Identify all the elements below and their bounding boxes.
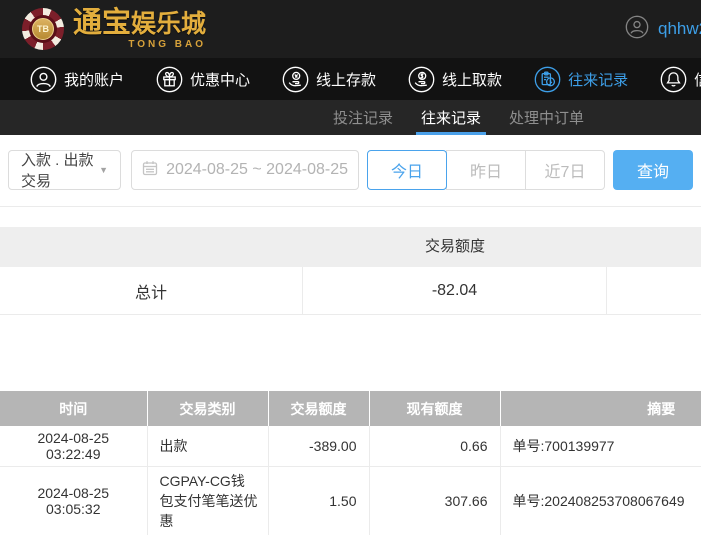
table-row: 2024-08-25 03:22:49 出款 -389.00 0.66 单号:7…: [0, 426, 701, 467]
quick-last7days-button[interactable]: 近7日: [525, 150, 605, 190]
cell-time: 2024-08-25 03:05:32: [0, 466, 148, 535]
col-header-balance: 现有额度: [369, 391, 501, 426]
date-range-input[interactable]: 2024-08-25 ~ 2024-08-25: [131, 150, 359, 190]
section-divider: [0, 206, 701, 207]
summary-column-header: 交易额度: [424, 238, 485, 255]
promo-icon: [156, 66, 183, 93]
summary-total-label: 总计: [0, 267, 303, 314]
col-header-summary: 摘要: [500, 391, 701, 426]
tab-label: 处理中订单: [509, 110, 585, 127]
username: qhhw2: [658, 19, 701, 38]
summary-total-row: 总计 -82.04: [0, 267, 701, 315]
nav-label: 线上存款: [316, 71, 377, 89]
summary-header-row: 交易额度: [0, 227, 701, 267]
cell-balance: 0.66: [369, 426, 501, 467]
calendar-icon: [142, 160, 158, 181]
withdraw-icon: [408, 66, 435, 93]
col-header-amount: 交易额度: [268, 391, 370, 426]
tab-label: 往来记录: [421, 110, 482, 127]
cell-balance: 307.66: [369, 466, 501, 535]
nav-item-promotions[interactable]: 优惠中心: [156, 66, 250, 93]
quick-date-group: 今日 昨日 近7日: [367, 150, 605, 190]
nav-label: 往来记录: [568, 71, 629, 89]
cell-type: 出款: [147, 426, 269, 467]
summary-table: 交易额度 总计 -82.04: [0, 227, 701, 315]
summary-empty-cell: [607, 267, 701, 314]
brand-name-zh-rest: 娱乐城: [131, 9, 207, 38]
nav-item-deposit[interactable]: 线上存款: [282, 66, 376, 93]
nav-item-withdraw[interactable]: 线上取款: [408, 66, 502, 93]
summary-total-value: -82.04: [303, 267, 607, 314]
brand-text: 通宝娱乐城 TONG BAO: [73, 6, 207, 50]
transaction-type-select[interactable]: 入款 . 出款交易 ▼: [8, 150, 122, 190]
cell-summary: 单号:202408253708067649: [500, 466, 701, 535]
chevron-down-icon: ▼: [99, 165, 109, 175]
nav-label: 我的账户: [64, 71, 125, 89]
cell-amount: -389.00: [268, 426, 370, 467]
cell-summary: 单号:700139977: [500, 426, 701, 467]
deposit-icon: [282, 66, 309, 93]
transaction-type-value: 入款 . 出款交易: [21, 152, 94, 190]
records-table-wrap: 时间 交易类别 交易额度 现有额度 摘要 2024-08-25 03:22:49…: [0, 391, 701, 535]
cell-time: 2024-08-25 03:22:49: [0, 426, 148, 467]
records-tabbar: 投注记录 往来记录 处理中订单: [0, 100, 701, 135]
main-nav: 我的账户 优惠中心 线上存款 线上取款 往来记录: [0, 58, 701, 100]
cell-amount: 1.50: [268, 466, 370, 535]
nav-label: 信: [694, 69, 701, 90]
account-icon: [30, 66, 57, 93]
chip-label: TB: [32, 18, 54, 40]
table-row: 2024-08-25 03:05:32 CGPAY-CG钱包支付笔笔送优惠 1.…: [0, 466, 701, 535]
records-table: 时间 交易类别 交易额度 现有额度 摘要 2024-08-25 03:22:49…: [0, 391, 701, 535]
nav-label: 优惠中心: [190, 71, 251, 89]
records-icon: [534, 66, 561, 93]
tab-transaction-records[interactable]: 往来记录: [416, 100, 487, 135]
casino-chip-icon: TB: [22, 8, 64, 50]
cell-type: CGPAY-CG钱包支付笔笔送优惠: [147, 466, 269, 535]
bell-icon: [660, 66, 687, 93]
quick-today-button[interactable]: 今日: [367, 150, 447, 190]
filter-bar: 入款 . 出款交易 ▼ 2024-08-25 ~ 2024-08-25 今日 昨…: [0, 135, 701, 206]
brand-name-en: TONG BAO: [128, 38, 207, 50]
col-header-time: 时间: [0, 391, 148, 426]
brand-name-zh-main: 通宝: [73, 6, 132, 39]
nav-item-transaction-records[interactable]: 往来记录: [534, 66, 628, 93]
tab-label: 投注记录: [333, 110, 394, 127]
tab-bet-records[interactable]: 投注记录: [333, 100, 393, 135]
user-avatar-icon: [625, 15, 649, 44]
date-range-value: 2024-08-25 ~ 2024-08-25: [166, 161, 348, 178]
user-account-link[interactable]: qhhw2: [625, 0, 701, 58]
table-header-row: 时间 交易类别 交易额度 现有额度 摘要: [0, 391, 701, 426]
search-button[interactable]: 查询: [613, 150, 693, 190]
tab-pending-orders[interactable]: 处理中订单: [509, 100, 584, 135]
quick-yesterday-button[interactable]: 昨日: [446, 150, 526, 190]
col-header-type: 交易类别: [147, 391, 269, 426]
nav-item-messages[interactable]: 信: [660, 66, 701, 93]
nav-label: 线上取款: [442, 71, 503, 89]
brand-logo[interactable]: TB 通宝娱乐城 TONG BAO: [22, 8, 206, 50]
nav-item-my-account[interactable]: 我的账户: [30, 66, 124, 93]
top-header: TB 通宝娱乐城 TONG BAO qhhw2: [0, 0, 701, 58]
